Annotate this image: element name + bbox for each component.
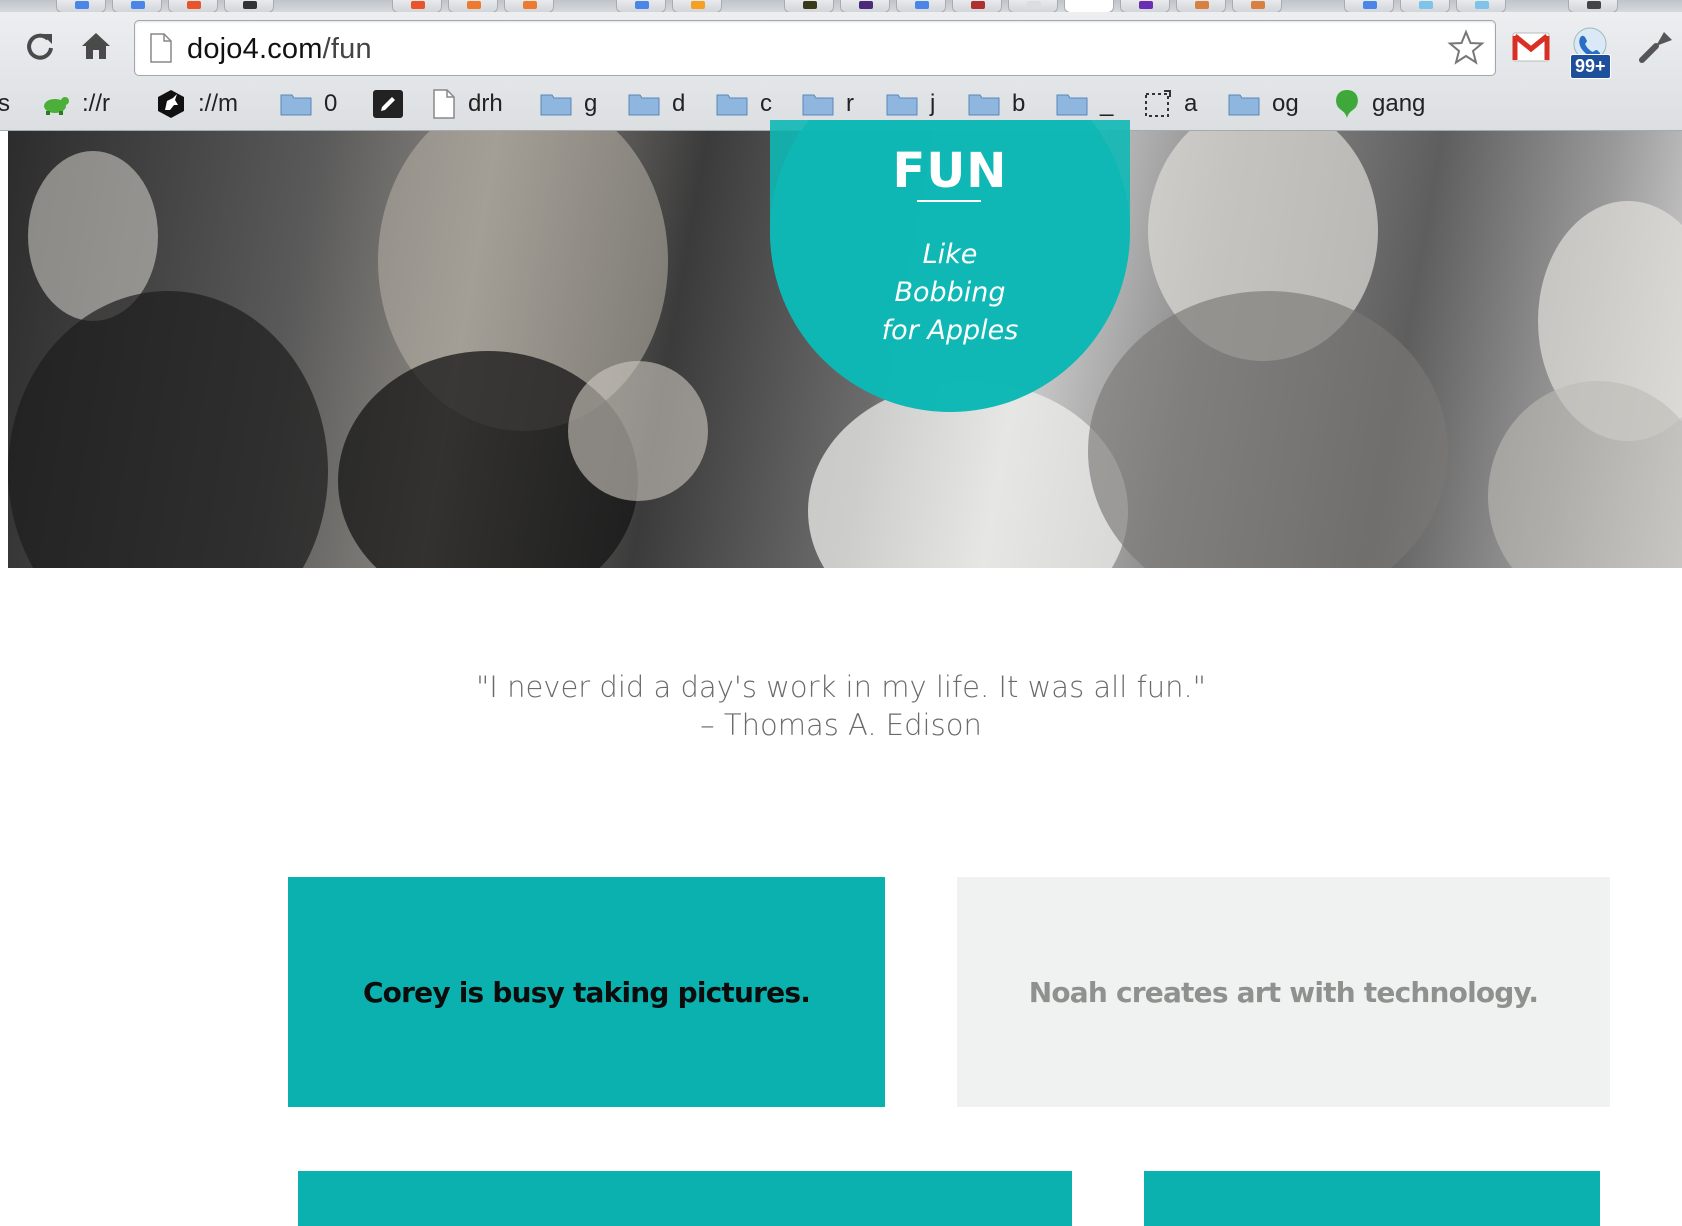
bookmark-folder[interactable]: c [716,88,772,120]
bookmark-label: 0 [324,90,338,117]
folder-icon [540,94,572,116]
card-text: Noah creates art with technology. [1028,975,1539,1009]
bookmark-folder[interactable]: og [1228,88,1299,120]
bookmark-folder[interactable]: j [886,88,935,120]
folder-icon [628,94,660,116]
bookmark-label: ://m [198,90,238,117]
dashed-selection-icon [1145,90,1171,117]
folder-icon [802,94,834,116]
bookmark-item[interactable]: s [0,88,10,120]
bookmark-item[interactable]: a [1144,88,1197,120]
bookmark-label: _ [1100,90,1114,117]
bookmark-star-icon[interactable] [1447,29,1485,72]
quote-attribution: – Thomas A. Edison [700,708,982,742]
folder-icon [886,94,918,116]
bookmark-label: j [930,90,936,117]
bookmark-item[interactable]: ://r [40,88,110,120]
team-card-noah[interactable]: Noah creates art with technology. [957,877,1610,1107]
bookmark-label: r [846,90,854,117]
bookmark-label: gang [1372,90,1426,117]
bookmark-label: c [760,90,772,117]
notification-badge: 99+ [1570,54,1611,79]
bookmark-folder[interactable]: d [628,88,685,120]
url-host: dojo4.com [187,33,323,65]
reload-icon[interactable] [22,28,58,64]
bookmark-folder[interactable]: r [802,88,854,120]
bookmark-item[interactable]: gang [1334,88,1425,120]
bookmark-folder[interactable]: _ [1056,88,1113,120]
hero-subtitle-line: Bobbing [894,277,1006,308]
gmail-icon[interactable] [1512,32,1550,67]
pencil-icon [373,90,403,118]
team-card-corey[interactable]: Corey is busy taking pictures. [288,877,885,1107]
bookmark-folder[interactable]: 0 [280,88,337,120]
bookmark-item[interactable] [372,88,416,120]
bookmark-item[interactable]: ://m [156,88,238,120]
bookmark-label: d [672,90,686,117]
address-bar[interactable]: dojo4.com/fun [134,20,1496,76]
bookmark-label: s [0,90,10,117]
bookmark-item[interactable]: drh [432,88,503,120]
folder-icon [1228,94,1260,116]
quote-block: "I never did a day's work in my life. It… [0,668,1682,744]
folder-icon [968,94,1000,116]
bookmark-label: ://r [82,90,110,117]
home-icon[interactable] [78,28,114,64]
team-card[interactable] [298,1171,1072,1226]
hero-title-underline [917,200,981,202]
bookmark-folder[interactable]: g [540,88,597,120]
hero-subtitle-line: for Apples [881,315,1019,346]
team-card[interactable] [1144,1171,1600,1226]
turtle-icon [44,97,69,115]
browser-toolbar: dojo4.com/fun 99+ s ://r ://m 0 drh g d … [0,12,1682,131]
hero-subtitle-line: Like [922,239,978,270]
hero-title: FUN [892,143,1008,199]
wrench-icon[interactable] [1638,28,1674,69]
card-text: Corey is busy taking pictures. [362,975,811,1009]
bookmark-label: g [584,90,598,117]
folder-icon [716,94,748,116]
url-text[interactable]: dojo4.com/fun [187,33,372,66]
bookmark-label: a [1184,90,1198,117]
quote-text: "I never did a day's work in my life. It… [475,670,1207,704]
page-icon [149,33,173,68]
green-leaf-icon [1336,90,1358,118]
folder-icon [280,94,312,116]
bookmark-label: b [1012,90,1026,117]
bookmark-folder[interactable]: b [968,88,1025,120]
unicorn-icon [158,90,184,118]
bookmark-label: drh [468,90,503,117]
folder-icon [1056,94,1088,116]
bookmark-label: og [1272,90,1299,117]
hero-subtitle: Like Bobbing for Apples [770,236,1130,350]
page-icon [433,89,455,119]
url-path: /fun [322,33,372,65]
